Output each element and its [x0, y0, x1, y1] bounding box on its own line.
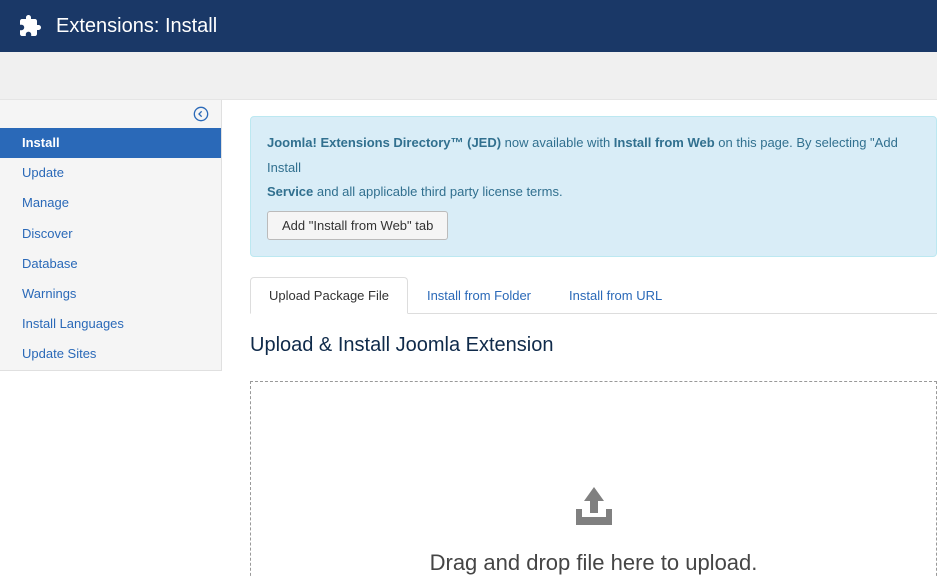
sidebar-item-warnings[interactable]: Warnings — [0, 279, 221, 309]
sidebar-item-label: Install — [22, 135, 60, 150]
sidebar-item-discover[interactable]: Discover — [0, 219, 221, 249]
tab-label: Upload Package File — [269, 288, 389, 303]
sidebar-item-install-languages[interactable]: Install Languages — [0, 309, 221, 339]
sidebar-item-label: Update Sites — [22, 346, 96, 361]
info-notice: Joomla! Extensions Directory™ (JED) now … — [250, 116, 937, 257]
puzzle-icon — [18, 14, 42, 38]
tabs: Upload Package File Install from Folder … — [250, 277, 937, 314]
sidebar-item-label: Warnings — [22, 286, 76, 301]
sidebar-item-label: Database — [22, 256, 78, 271]
sidebar-item-update[interactable]: Update — [0, 158, 221, 188]
upload-dropzone[interactable]: Drag and drop file here to upload. — [250, 381, 937, 576]
sidebar-list: Install Update Manage Discover Database … — [0, 128, 221, 370]
sidebar-item-install[interactable]: Install — [0, 128, 221, 158]
sidebar-item-update-sites[interactable]: Update Sites — [0, 339, 221, 369]
info-strong-jed: Joomla! Extensions Directory™ (JED) — [267, 135, 501, 150]
tab-label: Install from Folder — [427, 288, 531, 303]
sidebar-collapse-row — [0, 100, 221, 128]
info-text: Joomla! Extensions Directory™ (JED) now … — [267, 135, 898, 199]
tab-label: Install from URL — [569, 288, 662, 303]
upload-icon — [570, 485, 618, 532]
tab-install-from-url[interactable]: Install from URL — [550, 277, 681, 314]
sidebar-item-label: Discover — [22, 226, 73, 241]
sidebar-item-manage[interactable]: Manage — [0, 188, 221, 218]
collapse-left-icon[interactable] — [193, 106, 209, 122]
section-heading: Upload & Install Joomla Extension — [250, 334, 937, 357]
add-install-from-web-button[interactable]: Add "Install from Web" tab — [267, 211, 448, 240]
sidebar-item-label: Install Languages — [22, 316, 124, 331]
toolbar-area — [0, 52, 937, 100]
dropzone-text: Drag and drop file here to upload. — [430, 550, 758, 576]
page-header: Extensions: Install — [0, 0, 937, 52]
sidebar-item-label: Update — [22, 165, 64, 180]
tab-install-from-folder[interactable]: Install from Folder — [408, 277, 550, 314]
main-content: Joomla! Extensions Directory™ (JED) now … — [222, 100, 937, 576]
sidebar-item-label: Manage — [22, 195, 69, 210]
sidebar-item-database[interactable]: Database — [0, 249, 221, 279]
tab-upload-package-file[interactable]: Upload Package File — [250, 277, 408, 314]
info-text-part: now available with — [501, 135, 614, 150]
info-text-part: and all applicable third party license t… — [313, 184, 562, 199]
body: Install Update Manage Discover Database … — [0, 100, 937, 576]
info-strong-service: Service — [267, 184, 313, 199]
sidebar: Install Update Manage Discover Database … — [0, 100, 222, 371]
page-title: Extensions: Install — [56, 15, 217, 38]
info-strong-install-from-web: Install from Web — [614, 135, 715, 150]
